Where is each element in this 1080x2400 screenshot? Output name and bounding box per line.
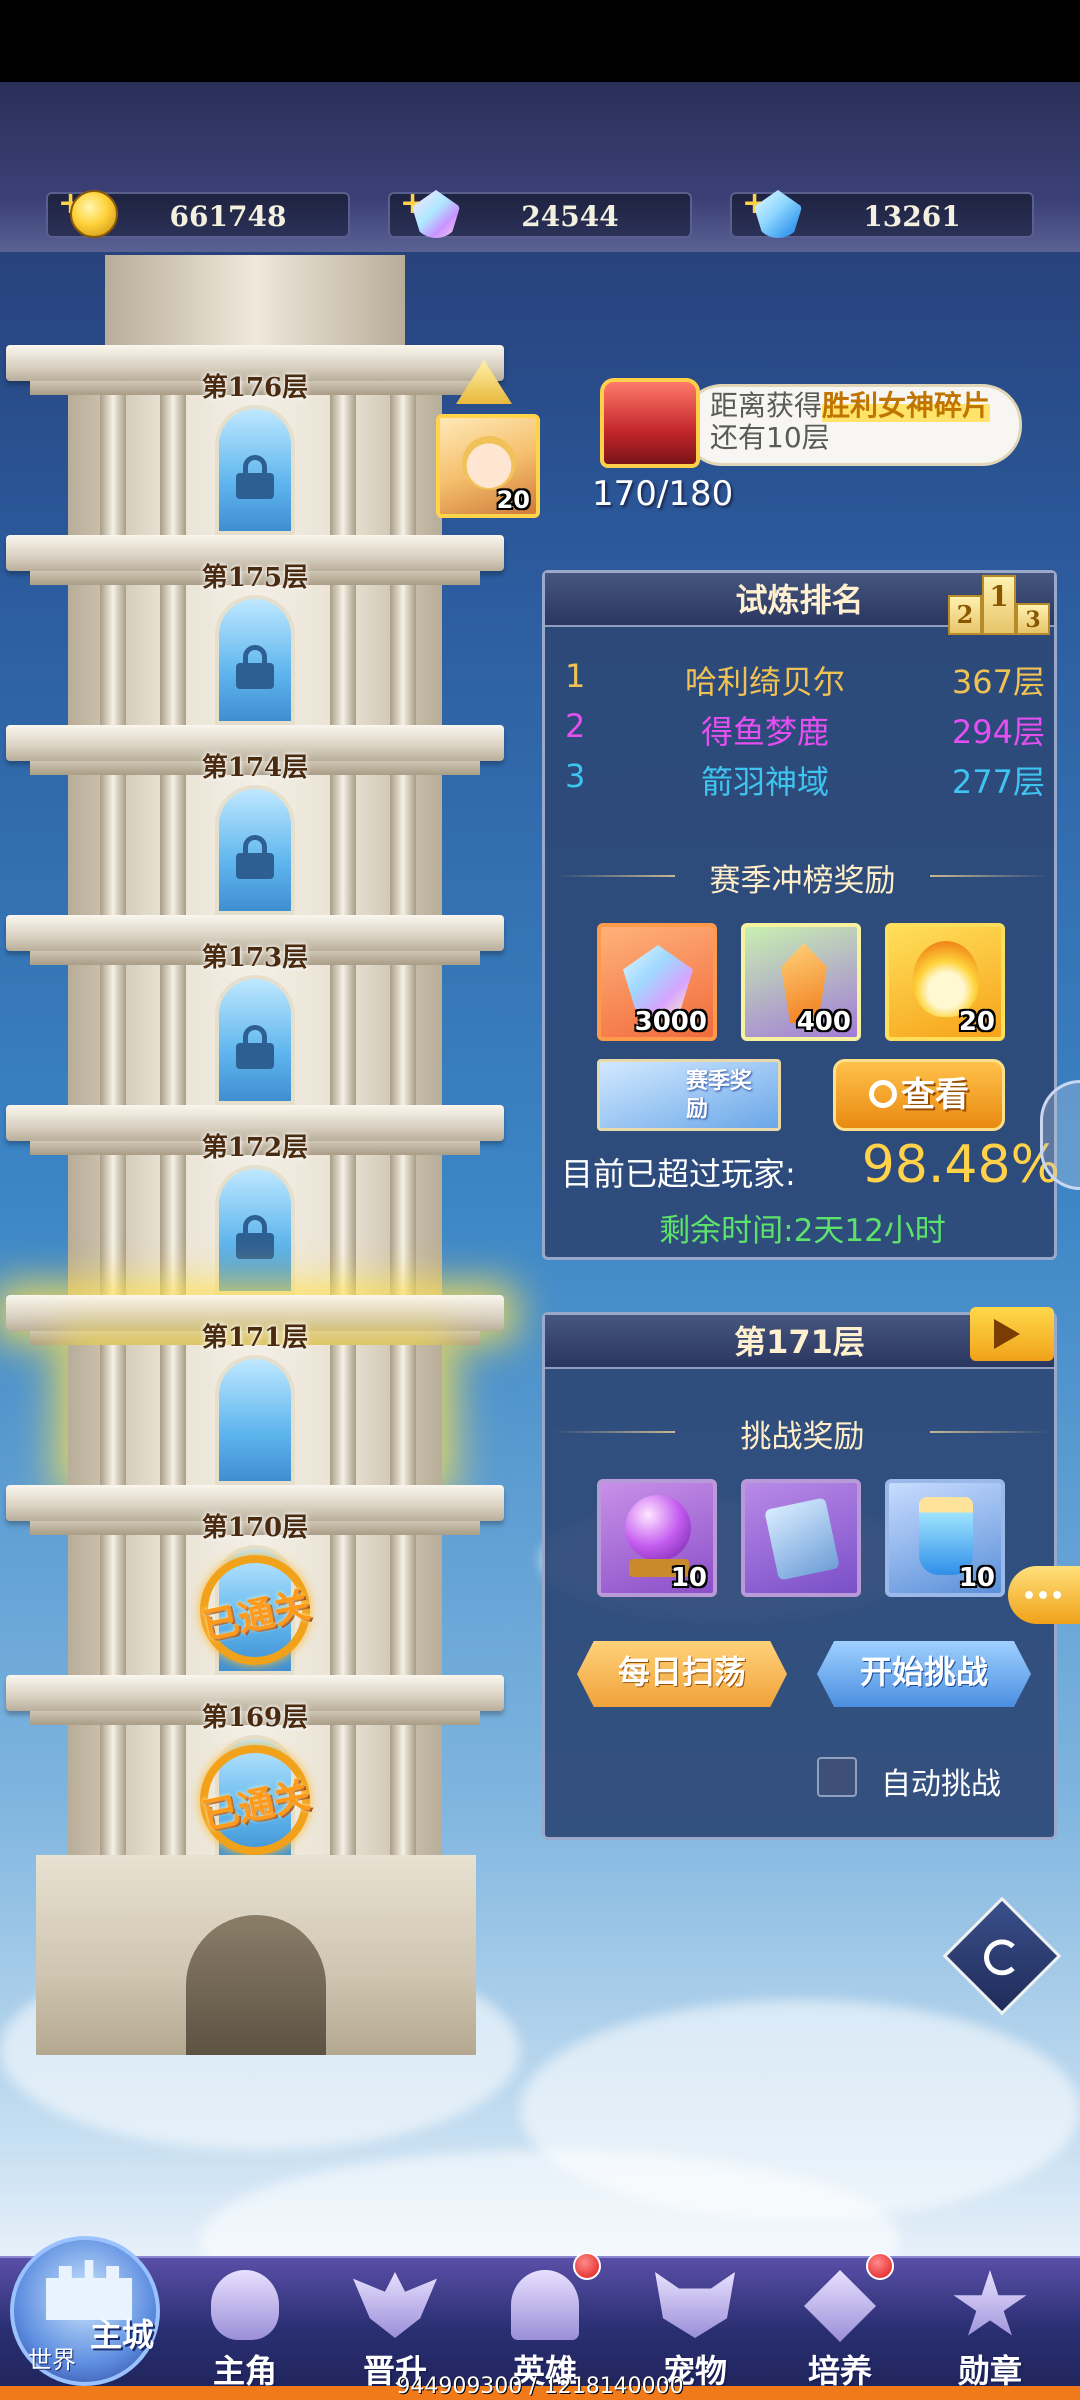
ranking-row[interactable]: 2 得鱼梦鹿 294层 bbox=[565, 707, 1045, 755]
lock-icon bbox=[236, 835, 274, 879]
beast-icon bbox=[655, 2272, 735, 2338]
reward-blue-card[interactable] bbox=[741, 1479, 861, 1597]
floor-label: 第171层 bbox=[201, 1323, 309, 1353]
floor-label: 第176层 bbox=[201, 373, 309, 403]
gold-coin-icon bbox=[70, 190, 118, 238]
wings-icon bbox=[353, 2272, 437, 2338]
exp-text: 944909300 / 1218140000 bbox=[396, 2374, 684, 2399]
challenge-reward-header: 挑战奖励 bbox=[545, 1411, 1060, 1455]
floor-label: 第174层 bbox=[201, 753, 309, 783]
reward-flame-essence[interactable]: 20 bbox=[885, 923, 1005, 1041]
medal-icon bbox=[953, 2270, 1027, 2336]
chest-progress-count: 170/180 bbox=[592, 474, 734, 514]
nav-item-hero[interactable]: 主角 bbox=[185, 2262, 305, 2392]
tower-base bbox=[36, 1855, 476, 2055]
reward-crystal[interactable]: 3000 bbox=[597, 923, 717, 1041]
treasure-chest-icon[interactable] bbox=[600, 378, 700, 468]
reward-purple-orb[interactable]: 10 bbox=[597, 1479, 717, 1597]
floor-169[interactable]: 第169层 已通关 bbox=[0, 1675, 510, 1866]
hero-face-icon bbox=[462, 436, 516, 490]
world-label: 世界 bbox=[28, 2346, 76, 2374]
floor-label: 第172层 bbox=[201, 1133, 309, 1163]
lock-icon bbox=[236, 645, 274, 689]
gem-currency[interactable]: + 24544 bbox=[388, 186, 692, 238]
gem-amount: 24544 bbox=[521, 200, 619, 233]
surpass-value: 98.48% bbox=[861, 1135, 1060, 1195]
ranking-row[interactable]: 3 箭羽神域 277层 bbox=[565, 757, 1045, 805]
purple-orb-icon bbox=[625, 1495, 691, 1561]
nav-item-promote[interactable]: 晋升 bbox=[335, 2262, 455, 2392]
ranking-row[interactable]: 1 哈利绮贝尔 367层 bbox=[565, 657, 1045, 705]
diamond-currency[interactable]: + 13261 bbox=[730, 186, 1034, 238]
floor-176[interactable]: 第176层 bbox=[0, 345, 510, 535]
daily-sweep-button[interactable]: 每日扫荡 bbox=[577, 1641, 787, 1707]
chat-bubble-icon[interactable]: ••• bbox=[1008, 1566, 1080, 1624]
floor-label: 第173层 bbox=[201, 943, 309, 973]
lock-icon bbox=[236, 455, 274, 499]
gold-currency[interactable]: + 661748 bbox=[46, 186, 350, 238]
podium-icon[interactable]: 2 1 3 bbox=[948, 565, 1052, 635]
flame-essence-icon bbox=[913, 941, 979, 1017]
hero-level: 20 bbox=[496, 486, 530, 514]
video-icon[interactable] bbox=[970, 1307, 1054, 1361]
blue-card-icon bbox=[764, 1497, 840, 1581]
floor-173[interactable]: 第173层 bbox=[0, 915, 510, 1105]
view-button[interactable]: 查看 bbox=[833, 1059, 1005, 1131]
gold-amount: 661748 bbox=[169, 200, 287, 233]
crystal-icon bbox=[623, 945, 693, 1015]
tower-top bbox=[105, 255, 405, 345]
lock-icon bbox=[236, 1215, 274, 1259]
base-door bbox=[186, 1915, 326, 2055]
season-reward-badge[interactable]: 赛季奖励 bbox=[597, 1059, 781, 1131]
auto-challenge-checkbox[interactable] bbox=[817, 1757, 857, 1797]
hero-avatar[interactable]: 20 bbox=[436, 414, 540, 518]
world-button[interactable]: 主城 世界 bbox=[10, 2236, 160, 2386]
floor-label: 第170层 bbox=[201, 1513, 309, 1543]
surpass-label: 目前已超过玩家: bbox=[561, 1155, 796, 1193]
floor-174[interactable]: 第174层 bbox=[0, 725, 510, 915]
return-arrow-icon bbox=[984, 1939, 1020, 1976]
lock-icon bbox=[236, 1025, 274, 1069]
compass-icon bbox=[804, 2270, 876, 2342]
hero-head-icon bbox=[211, 2270, 279, 2340]
nav-item-medal[interactable]: 勋章 bbox=[930, 2262, 1050, 2392]
floor-label: 第169层 bbox=[201, 1703, 309, 1733]
floor-panel: 第171层 挑战奖励 10 10 每日扫荡 开始挑战 自动挑战 bbox=[542, 1307, 1060, 1840]
floor-label: 第175层 bbox=[201, 563, 309, 593]
reward-orange-shard[interactable]: 400 bbox=[741, 923, 861, 1041]
season-reward-header: 赛季冲榜奖励 bbox=[545, 855, 1060, 899]
reward-potion[interactable]: 10 bbox=[885, 1479, 1005, 1597]
chest-text: 距离获得胜利女神碎片还有10层 bbox=[710, 389, 991, 454]
diamond-amount: 13261 bbox=[863, 200, 961, 233]
back-diamond-button[interactable] bbox=[942, 1896, 1062, 2016]
notification-dot bbox=[573, 2252, 601, 2280]
nav-item-pet[interactable]: 宠物 bbox=[635, 2262, 755, 2392]
start-challenge-button[interactable]: 开始挑战 bbox=[817, 1641, 1031, 1707]
nav-item-heroes[interactable]: 英雄 bbox=[485, 2252, 605, 2392]
helmet-icon bbox=[511, 2270, 579, 2340]
auto-challenge-label: 自动挑战 bbox=[881, 1767, 1001, 1802]
game-screen: + 661748 + 24544 + 13261 第176层 第175层 第17… bbox=[0, 0, 1080, 2400]
floor-175[interactable]: 第175层 bbox=[0, 535, 510, 725]
floor-door bbox=[215, 1355, 295, 1485]
floor-171-current[interactable]: 第171层 bbox=[0, 1295, 510, 1485]
notification-dot bbox=[866, 2252, 894, 2280]
floor-170[interactable]: 第170层 已通关 bbox=[0, 1485, 510, 1676]
trial-tower: 第176层 第175层 第174层 第173层 第172层 第171层 第170… bbox=[0, 255, 510, 2055]
nav-item-train[interactable]: 培养 bbox=[780, 2252, 900, 2392]
floor-172[interactable]: 第172层 bbox=[0, 1105, 510, 1295]
main-city-label: 主城 bbox=[90, 2316, 155, 2354]
exp-bar: 944909300 / 1218140000 bbox=[0, 2374, 1080, 2400]
search-icon bbox=[869, 1080, 897, 1108]
remaining-time: 剩余时间:2天12小时 bbox=[659, 1213, 946, 1249]
ranking-panel: 试炼排名 2 1 3 1 哈利绮贝尔 367层 2 得鱼梦鹿 294层 3 箭羽… bbox=[542, 570, 1060, 1260]
